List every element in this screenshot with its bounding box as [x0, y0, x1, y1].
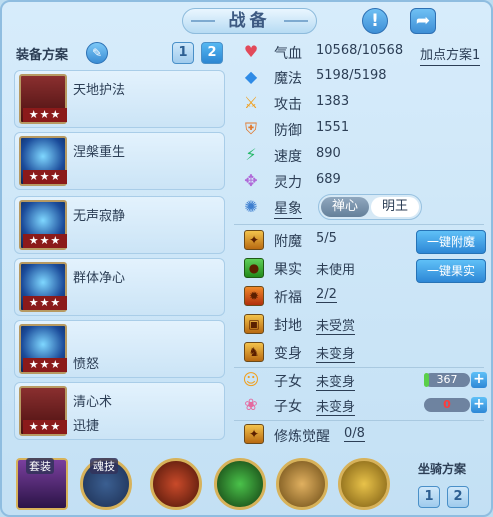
mount-plan-button-1[interactable]: 1: [418, 486, 440, 508]
skill-name: 无声寂静: [73, 209, 126, 224]
mount-plan-label: 坐骑方案: [418, 462, 467, 476]
pet-slot-1[interactable]: [150, 458, 202, 510]
share-icon[interactable]: ➦: [410, 8, 436, 34]
skill-slot[interactable]: ★★★ 天地护法: [14, 70, 225, 128]
one-click-fruit-button[interactable]: 一键果实: [416, 259, 486, 283]
pet-slot-3[interactable]: [276, 458, 328, 510]
skill-slot[interactable]: ★★★ 群体净心: [14, 258, 225, 316]
add-child-button-2[interactable]: +: [471, 397, 487, 413]
plan-button-2[interactable]: 2: [201, 42, 223, 64]
sword-icon: ⚔: [243, 93, 259, 112]
skill-icon: ★★★: [19, 200, 67, 250]
page-title: 战备: [182, 8, 317, 34]
divider: [234, 224, 484, 225]
skill-slot[interactable]: ★★★ 愤怒: [14, 320, 225, 378]
skill-sub-label: 迅捷: [73, 419, 100, 434]
soul-skill-tag: 魂技: [90, 458, 118, 474]
exclamation-icon[interactable]: !: [362, 8, 388, 34]
skill-name: 清心术: [73, 395, 113, 410]
pet-slot-2[interactable]: [214, 458, 266, 510]
star-icon: ✺: [244, 197, 258, 216]
skill-icon: ★★★: [19, 324, 67, 374]
edit-icon[interactable]: ✎: [86, 42, 108, 64]
skill-name: 涅槃重生: [73, 145, 126, 160]
add-child-button-1[interactable]: +: [471, 372, 487, 388]
skill-slot[interactable]: ★★★ 涅槃重生: [14, 132, 225, 190]
equipment-plan-label: 装备方案: [16, 48, 69, 63]
stat-spirit: ✥ 灵力 689: [242, 170, 491, 194]
skill-icon: ★★★: [19, 74, 67, 124]
one-click-enchant-button[interactable]: 一键附魔: [416, 230, 486, 254]
child-progress-2: 0: [424, 398, 470, 412]
heart-icon: ♥: [243, 42, 259, 61]
awaken-row: 修炼觉醒 0/8: [274, 426, 365, 445]
xingxiang-toggle[interactable]: 禅心 明王: [318, 194, 422, 220]
divider: [234, 420, 484, 421]
skill-icon: ★★★: [19, 386, 67, 436]
skill-sub-label: 愤怒: [73, 357, 100, 372]
child-icon: ❀: [244, 395, 258, 414]
xingxiang-option-mingwang[interactable]: 明王: [371, 197, 419, 217]
lightning-icon: ⚡: [245, 145, 257, 164]
skill-slot[interactable]: ★★★ 清心术 迅捷: [14, 382, 225, 440]
extra-blessing: 祈福 2/2: [274, 287, 337, 306]
xingxiang-label: 星象: [274, 198, 302, 219]
title-bar: 战备 ! ➦: [2, 2, 491, 38]
skill-slot[interactable]: ★★★ 无声寂静: [14, 196, 225, 254]
mount-plan-button-2[interactable]: 2: [447, 486, 469, 508]
battle-prep-panel: 战备 ! ➦ 装备方案 ✎ 1 2 ★★★ 天地护法 ★★★ 涅槃重生 ★★★ …: [0, 0, 493, 517]
skill-icon: ★★★: [19, 262, 67, 312]
extra-fief: 封地 未受赏: [242, 313, 491, 337]
skill-icon: ★★★: [19, 136, 67, 186]
skill-name: 天地护法: [73, 83, 126, 98]
pet-slot-4[interactable]: [338, 458, 390, 510]
stat-speed: ⚡ 速度 890: [242, 144, 491, 168]
skill-name: 群体净心: [73, 271, 126, 286]
extra-transform: 变身 未变身: [242, 341, 491, 365]
stat-attack: ⚔ 攻击 1383: [243, 93, 350, 114]
suit-tag: 套装: [26, 458, 54, 474]
shield-icon: ⛨: [244, 119, 257, 138]
child-progress-1: 367: [424, 373, 470, 387]
xingxiang-option-chanxin[interactable]: 禅心: [321, 197, 369, 217]
spirit-icon: ✥: [244, 171, 258, 190]
mana-icon: ◆: [244, 67, 258, 86]
divider: [234, 367, 484, 368]
stat-defense: ⛨ 防御 1551: [242, 118, 491, 142]
child-icon: ☺: [242, 370, 260, 389]
add-point-plan-link[interactable]: 加点方案1: [420, 44, 481, 66]
stat-mp: ◆ 魔法 5198/5198: [242, 66, 491, 90]
plan-button-1[interactable]: 1: [172, 42, 194, 64]
